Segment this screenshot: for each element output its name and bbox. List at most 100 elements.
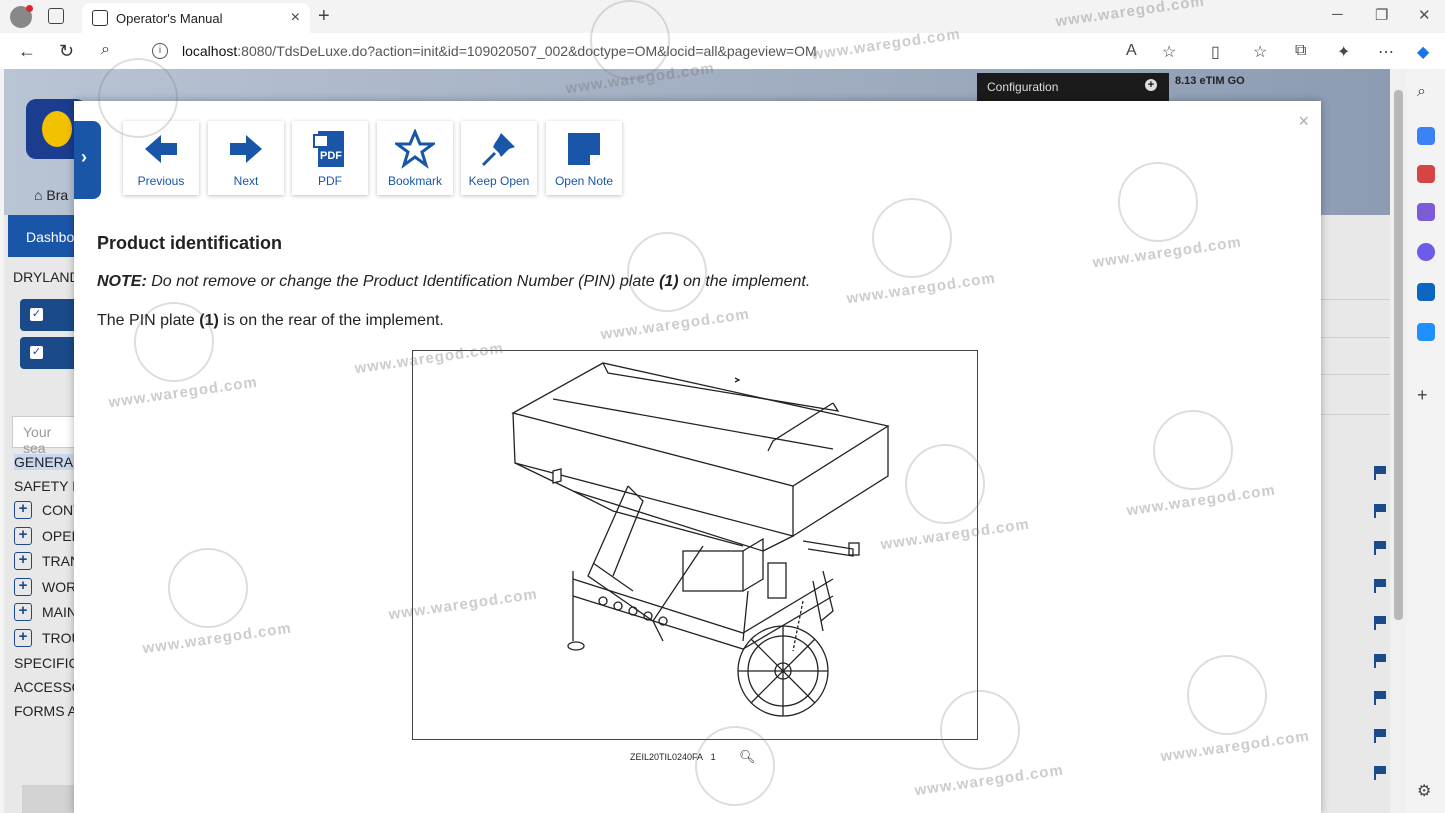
back-icon[interactable]: ← (18, 41, 36, 62)
flag-icon[interactable] (1374, 504, 1386, 518)
tree-item-forms[interactable]: FORMS A (14, 703, 77, 719)
address-toolbar: ← ↻ ⌕ i localhost:8080/TdsDeLuxe.do?acti… (0, 33, 1445, 69)
edge-sidebar: ⌕ + ⚙ (1407, 69, 1445, 813)
tree-item-specifications[interactable]: SPECIFIC (14, 655, 79, 671)
site-info-icon[interactable]: i (152, 43, 168, 59)
next-button[interactable]: Next (208, 121, 284, 195)
tab-title: Operator's Manual (116, 10, 223, 26)
favorites-icon[interactable]: ☆ (1253, 42, 1267, 62)
expand-icon[interactable]: + (14, 603, 32, 621)
open-note-label: Open Note (554, 174, 614, 188)
expand-icon[interactable]: + (14, 501, 32, 519)
url-path: :8080/TdsDeLuxe.do?action=init&id=109020… (237, 43, 817, 59)
expand-icon[interactable]: + (14, 527, 32, 545)
checkbox-icon[interactable]: ✓ (30, 308, 43, 321)
refresh-icon[interactable]: ↻ (59, 41, 74, 62)
arrow-right-icon (230, 135, 262, 163)
watermark-seal (168, 548, 248, 628)
tab-actions-icon[interactable] (48, 8, 64, 24)
tree-label: ACCESSO (14, 679, 83, 695)
version-label: 8.13 eTIM GO (1175, 75, 1245, 87)
filter-toggle-1[interactable]: ✓ (20, 299, 80, 331)
extensions-icon[interactable]: ✦ (1337, 42, 1350, 62)
flag-icon[interactable] (1374, 691, 1386, 705)
previous-label: Previous (137, 174, 185, 188)
watermark-seal (940, 690, 1020, 770)
manual-favicon-icon (92, 10, 108, 26)
background-search-input[interactable]: Your sea (12, 416, 82, 456)
watermark-seal (872, 198, 952, 278)
flag-icon[interactable] (1374, 654, 1386, 668)
tree-item-troubleshooting[interactable]: + TROU (14, 629, 82, 647)
configuration-button[interactable]: Configuration + (977, 73, 1169, 101)
close-window-icon[interactable]: ✕ (1418, 6, 1431, 24)
bookmark-button[interactable]: Bookmark (377, 121, 453, 195)
sidebar-toolbox-icon[interactable] (1417, 165, 1435, 183)
flag-icon[interactable] (1374, 729, 1386, 743)
body-text-2: is on the rear of the implement. (223, 312, 444, 329)
tree-item-transport[interactable]: + TRAN (14, 552, 80, 570)
close-tab-icon[interactable]: × (291, 9, 300, 27)
tree-label: FORMS A (14, 703, 78, 719)
search-icon[interactable]: ⌕ (101, 41, 110, 59)
sidebar-games-icon[interactable] (1417, 203, 1435, 221)
flag-icon[interactable] (1374, 616, 1386, 630)
filter-toggle-2[interactable]: ✓ (20, 337, 80, 369)
note-prefix: NOTE: (97, 273, 147, 290)
pdf-button[interactable]: PDF PDF (292, 121, 368, 195)
close-modal-icon[interactable]: × (1298, 111, 1309, 132)
sidebar-tag-icon[interactable] (1417, 127, 1435, 145)
read-aloud-icon[interactable]: A (1126, 42, 1137, 60)
open-note-button[interactable]: Open Note (546, 121, 622, 195)
tree-item-working[interactable]: + WOR (14, 578, 76, 596)
sidebar-copilot-icon[interactable] (1417, 243, 1435, 261)
favorite-star-icon[interactable]: ☆ (1162, 42, 1176, 62)
tree-label: WOR (42, 579, 77, 595)
configuration-label: Configuration (987, 80, 1059, 94)
expand-panel-button[interactable]: › (74, 121, 101, 199)
expand-icon[interactable]: + (14, 578, 32, 596)
tree-item-accessories[interactable]: ACCESSO (14, 679, 82, 695)
browser-tab-active[interactable]: Operator's Manual × (82, 3, 310, 33)
flag-icon[interactable] (1374, 466, 1386, 480)
collections-icon[interactable]: ⧉ (1295, 42, 1306, 60)
sidebar-send-icon[interactable] (1417, 323, 1435, 341)
pdf-icon: PDF (313, 131, 344, 167)
minimize-icon[interactable]: ─ (1332, 6, 1343, 23)
notification-dot (26, 5, 33, 12)
flag-icon[interactable] (1374, 766, 1386, 780)
watermark-seal (1118, 162, 1198, 242)
scrollbar-thumb[interactable] (1394, 90, 1403, 620)
more-menu-icon[interactable]: ⋯ (1378, 42, 1394, 62)
flag-icon[interactable] (1374, 579, 1386, 593)
breadcrumb-home[interactable]: ⌂ Bra (34, 187, 68, 203)
copilot-icon[interactable]: ◆ (1417, 42, 1429, 62)
tree-item-maintenance[interactable]: + MAIN (14, 603, 77, 621)
tree-item-safety[interactable]: SAFETY I (14, 478, 76, 494)
add-icon: + (1145, 79, 1157, 91)
watermark-seal (905, 444, 985, 524)
flag-icon[interactable] (1374, 541, 1386, 555)
tree-item-operation[interactable]: + OPER (14, 527, 82, 545)
brand-logo-accent (42, 111, 72, 147)
url-host: localhost (182, 43, 238, 59)
new-tab-icon[interactable]: + (318, 5, 330, 28)
keep-open-button[interactable]: Keep Open (461, 121, 537, 195)
star-icon (395, 129, 435, 169)
sidebar-settings-icon[interactable]: ⚙ (1417, 781, 1435, 800)
note-text-1: Do not remove or change the Product Iden… (151, 273, 655, 290)
tree-item-controls[interactable]: + CONT (14, 501, 82, 519)
split-screen-icon[interactable]: ▯ (1211, 42, 1220, 62)
pdf-label: PDF (318, 174, 342, 188)
sidebar-outlook-icon[interactable] (1417, 283, 1435, 301)
restore-icon[interactable]: ❐ (1375, 6, 1388, 24)
chevron-right-icon: › (81, 147, 87, 167)
sidebar-add-icon[interactable]: + (1417, 385, 1435, 405)
watermark-seal (1187, 655, 1267, 735)
expand-icon[interactable]: + (14, 629, 32, 647)
tab-dashboard[interactable]: Dashbo (8, 215, 80, 257)
sidebar-search-icon[interactable]: ⌕ (1417, 83, 1435, 101)
expand-icon[interactable]: + (14, 552, 32, 570)
svg-text:PDF: PDF (320, 150, 342, 162)
checkbox-icon[interactable]: ✓ (30, 346, 43, 359)
